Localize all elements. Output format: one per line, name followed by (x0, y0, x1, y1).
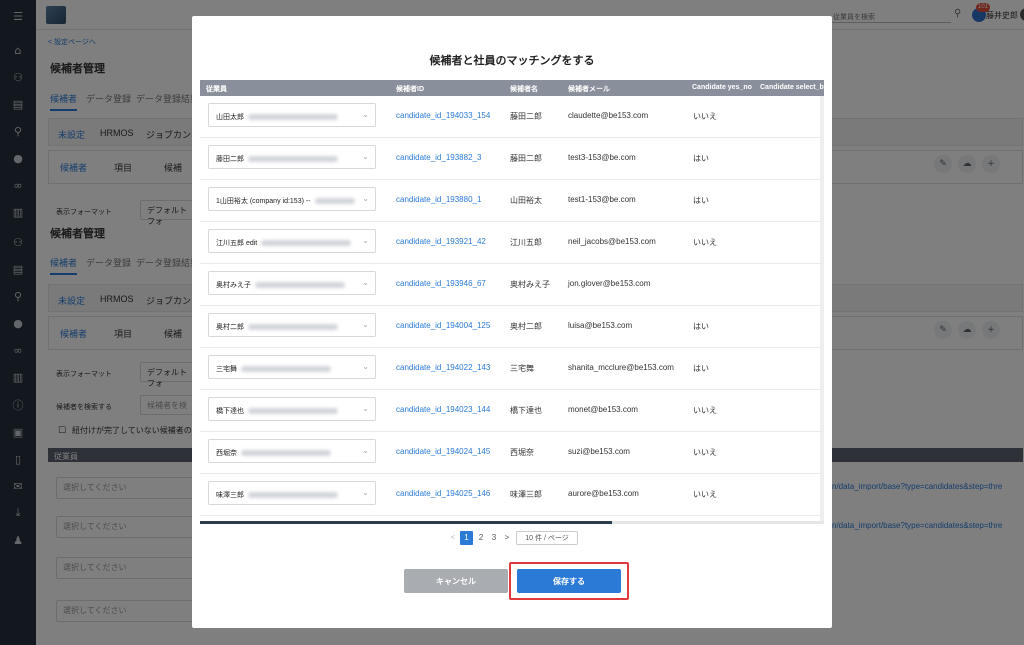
col-candidate-name: 候補者名 (510, 86, 538, 93)
candidate-yes-no: はい (693, 154, 709, 163)
matching-modal: 候補者と社員のマッチングをする 従業員 候補者ID 候補者名 候補者メール Ca… (192, 16, 832, 628)
candidate-id-link[interactable]: candidate_id_193946_67 (396, 279, 486, 288)
candidate-email: jon.glover@be153.com (568, 279, 651, 288)
candidate-email: test3-153@be.com (568, 153, 636, 162)
chevron-down-icon: ⌄ (362, 152, 369, 161)
candidate-yes-no: はい (693, 196, 709, 205)
matching-table-body: 山田太郎 ⌄ candidate_id_194033_154 藤田二郎 claud… (200, 96, 824, 524)
page-3-button[interactable]: 3 (488, 531, 500, 545)
col-candidate-email: 候補者メール (568, 86, 610, 93)
candidate-yes-no: いいえ (693, 238, 717, 247)
table-row: 橋下達也 ⌄ candidate_id_194023_144 橋下達也 monet… (200, 390, 824, 432)
table-row: 江川五郎 edit ⌄ candidate_id_193921_42 江川五郎 n… (200, 222, 824, 264)
candidate-id-link[interactable]: candidate_id_193921_42 (396, 237, 486, 246)
candidate-email: suzi@be153.com (568, 447, 630, 456)
chevron-down-icon: ⌄ (362, 194, 369, 203)
page-2-button[interactable]: 2 (475, 531, 487, 545)
employee-select[interactable]: 山田太郎 ⌄ (208, 103, 376, 127)
candidate-id-link[interactable]: candidate_id_194033_154 (396, 111, 490, 120)
candidate-yes-no: はい (693, 322, 709, 331)
col-candidate-select: Candidate select_b (760, 84, 824, 91)
candidate-id-link[interactable]: candidate_id_194022_143 (396, 363, 490, 372)
modal-title: 候補者と社員のマッチングをする (429, 55, 595, 67)
chevron-down-icon: ⌄ (362, 362, 369, 371)
employee-select[interactable]: 奥村みえ子 ⌄ (208, 271, 376, 295)
candidate-email: luisa@be153.com (568, 321, 633, 330)
candidate-name: 橋下達也 (510, 406, 542, 415)
page-1-button[interactable]: 1 (460, 531, 473, 545)
candidate-yes-no: いいえ (693, 448, 717, 457)
next-page-button[interactable]: > (502, 531, 512, 545)
candidate-yes-no: いいえ (693, 490, 717, 499)
candidate-name: 三宅舞 (510, 364, 534, 373)
chevron-down-icon: ⌄ (362, 488, 369, 497)
candidate-name: 江川五郎 (510, 238, 542, 247)
candidate-id-link[interactable]: candidate_id_193880_1 (396, 195, 481, 204)
candidate-email: aurore@be153.com (568, 489, 639, 498)
prev-page-button[interactable]: < (448, 531, 458, 545)
candidate-name: 山田裕太 (510, 196, 542, 205)
candidate-name: 西堀奈 (510, 448, 534, 457)
employee-select[interactable]: 橋下達也 ⌄ (208, 397, 376, 421)
col-employee: 従業員 (206, 86, 227, 93)
horizontal-scrollbar[interactable] (200, 521, 824, 524)
col-candidate-id: 候補者ID (396, 86, 424, 93)
horizontal-scrollbar-thumb[interactable] (200, 521, 612, 524)
candidate-id-link[interactable]: candidate_id_194025_146 (396, 489, 490, 498)
candidate-email: shanita_mcclure@be153.com (568, 363, 674, 372)
table-header: 従業員 候補者ID 候補者名 候補者メール Candidate yes_no C… (200, 80, 824, 96)
save-button[interactable]: 保存する (517, 569, 621, 593)
vertical-scrollbar[interactable] (820, 96, 824, 524)
table-row: 西堀奈 ⌄ candidate_id_194024_145 西堀奈 suzi@be… (200, 432, 824, 474)
chevron-down-icon: ⌄ (362, 278, 369, 287)
cancel-button[interactable]: キャンセル (404, 569, 508, 593)
page-size-select[interactable]: 10 件 / ページ (516, 531, 578, 545)
candidate-name: 味澤三郎 (510, 490, 542, 499)
employee-select[interactable]: 1山田裕太 (company id:153) -- ⌄ (208, 187, 376, 211)
candidate-email: neil_jacobs@be153.com (568, 237, 656, 246)
candidate-email: claudette@be153.com (568, 111, 649, 120)
candidate-name: 藤田二郎 (510, 154, 542, 163)
table-row: 奥村みえ子 ⌄ candidate_id_193946_67 奥村みえ子 jon.… (200, 264, 824, 306)
candidate-id-link[interactable]: candidate_id_193882_3 (396, 153, 481, 162)
chevron-down-icon: ⌄ (362, 236, 369, 245)
employee-select[interactable]: 藤田二郎 ⌄ (208, 145, 376, 169)
table-row: 味澤三郎 ⌄ candidate_id_194025_146 味澤三郎 auror… (200, 474, 824, 516)
col-candidate-yes-no: Candidate yes_no (692, 84, 752, 91)
candidate-name: 藤田二郎 (510, 112, 542, 121)
chevron-down-icon: ⌄ (362, 446, 369, 455)
table-row: 奥村二郎 ⌄ candidate_id_194004_125 奥村二郎 luisa… (200, 306, 824, 348)
candidate-email: monet@be153.com (568, 405, 638, 414)
candidate-yes-no: いいえ (693, 112, 717, 121)
table-row: 三宅舞 ⌄ candidate_id_194022_143 三宅舞 shanita… (200, 348, 824, 390)
chevron-down-icon: ⌄ (362, 320, 369, 329)
employee-select[interactable]: 奥村二郎 ⌄ (208, 313, 376, 337)
candidate-name: 奥村二郎 (510, 322, 542, 331)
candidate-email: test1-153@be.com (568, 195, 636, 204)
chevron-down-icon: ⌄ (362, 110, 369, 119)
candidate-yes-no: はい (693, 364, 709, 373)
table-row: 藤田二郎 ⌄ candidate_id_193882_3 藤田二郎 test3-1… (200, 138, 824, 180)
candidate-id-link[interactable]: candidate_id_194024_145 (396, 447, 490, 456)
employee-select[interactable]: 江川五郎 edit ⌄ (208, 229, 376, 253)
chevron-down-icon: ⌄ (362, 404, 369, 413)
candidate-name: 奥村みえ子 (510, 280, 550, 289)
employee-select[interactable]: 味澤三郎 ⌄ (208, 481, 376, 505)
table-row: 山田太郎 ⌄ candidate_id_194033_154 藤田二郎 claud… (200, 96, 824, 138)
employee-select[interactable]: 西堀奈 ⌄ (208, 439, 376, 463)
employee-select[interactable]: 三宅舞 ⌄ (208, 355, 376, 379)
candidate-id-link[interactable]: candidate_id_194023_144 (396, 405, 490, 414)
candidate-id-link[interactable]: candidate_id_194004_125 (396, 321, 490, 330)
candidate-yes-no: いいえ (693, 406, 717, 415)
table-row: 1山田裕太 (company id:153) -- ⌄ candidate_id_… (200, 180, 824, 222)
